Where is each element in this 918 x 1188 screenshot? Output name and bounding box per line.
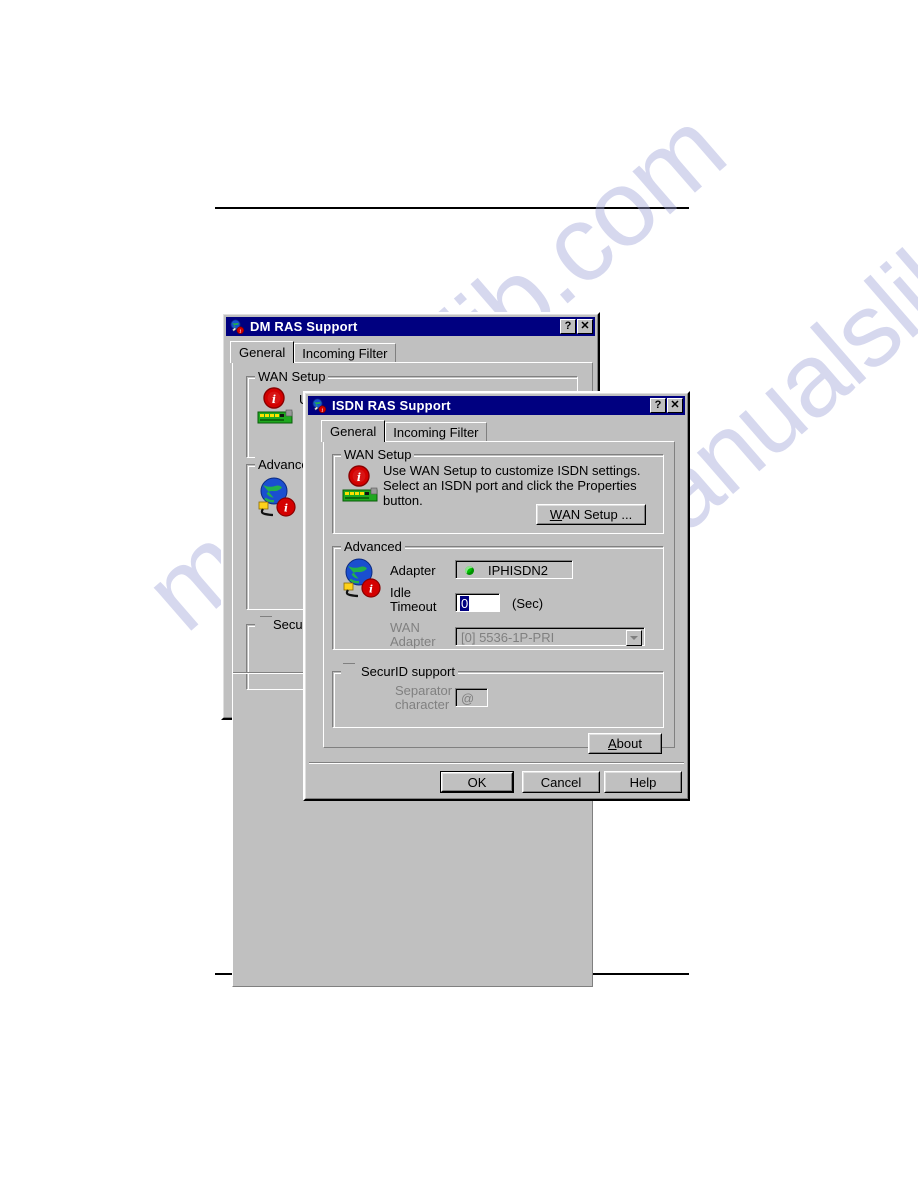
- svg-text:i: i: [369, 584, 373, 596]
- ok-button[interactable]: OK: [440, 771, 514, 793]
- front-wan-setup-legend: WAN Setup: [341, 447, 415, 462]
- front-wan-setup-description: Use WAN Setup to customize ISDN settings…: [383, 463, 641, 508]
- idle-timeout-unit: (Sec): [512, 596, 544, 611]
- back-dialog-tabstrip[interactable]: General Incoming Filter: [230, 341, 396, 363]
- front-dialog-title: ISDN RAS Support: [332, 398, 451, 413]
- help-button-label: Help: [629, 774, 657, 790]
- separator-character-input[interactable]: @: [455, 688, 488, 707]
- front-dialog-help-button[interactable]: ?: [650, 398, 666, 413]
- back-dialog-title: DM RAS Support: [250, 319, 358, 334]
- front-footer-separator: [309, 762, 684, 764]
- svg-text:i: i: [272, 393, 276, 406]
- wan-adapter-combobox[interactable]: [0] 5536-1P-PRI: [455, 627, 645, 646]
- globe-network-icon: i: [229, 319, 245, 335]
- cancel-button-label: Cancel: [540, 774, 582, 790]
- front-tab-incoming-filter[interactable]: Incoming Filter: [385, 422, 487, 442]
- idle-timeout-value: 0: [460, 595, 470, 611]
- about-button[interactable]: About: [588, 733, 662, 754]
- help-button[interactable]: Help: [604, 771, 682, 793]
- separator-character-value: @: [456, 689, 487, 706]
- front-securid-legend-box: SecurID support: [341, 664, 458, 679]
- wan-setup-button-label: AN Setup ...: [562, 507, 633, 522]
- adapter-status-dot: [465, 566, 474, 575]
- front-dialog-titlebar[interactable]: i ISDN RAS Support ? ✕: [308, 396, 685, 415]
- back-tab-incoming-filter[interactable]: Incoming Filter: [294, 343, 396, 363]
- front-dialog-tabstrip[interactable]: General Incoming Filter: [321, 420, 487, 442]
- back-dialog-help-button[interactable]: ?: [560, 319, 576, 334]
- back-dialog-close-button[interactable]: ✕: [577, 319, 593, 334]
- separator-character-label: Separator character: [395, 683, 453, 712]
- isdn-ras-support-dialog[interactable]: i ISDN RAS Support ? ✕ General Incoming …: [303, 391, 690, 801]
- globe-modem-info-icon: i: [339, 557, 383, 606]
- idle-timeout-input[interactable]: 0: [455, 593, 500, 612]
- idle-timeout-label: Idle Timeout: [390, 585, 437, 614]
- front-advanced-legend: Advanced: [341, 539, 405, 554]
- back-dialog-titlebar[interactable]: i DM RAS Support ? ✕: [226, 317, 595, 336]
- isdn-card-info-icon: i: [340, 465, 380, 512]
- front-tab-general[interactable]: General: [321, 420, 386, 442]
- cancel-button[interactable]: Cancel: [522, 771, 600, 793]
- front-securid-group: SecurID support: [332, 664, 664, 728]
- back-tab-general[interactable]: General: [230, 341, 295, 363]
- front-securid-legend: SecurID support: [361, 664, 455, 679]
- about-button-label: bout: [616, 736, 642, 751]
- isdn-card-info-icon: i: [255, 387, 295, 434]
- svg-text:i: i: [357, 471, 361, 484]
- wan-adapter-label: WAN Adapter: [390, 620, 436, 649]
- wan-adapter-value: [0] 5536-1P-PRI: [456, 628, 644, 645]
- page-header-rule: [215, 207, 689, 209]
- about-button-accel: A: [608, 736, 617, 751]
- chevron-down-icon[interactable]: [626, 630, 642, 646]
- wan-setup-button-accel: W: [549, 507, 563, 522]
- adapter-value-field: IPHISDN2: [455, 560, 573, 579]
- svg-text:i: i: [284, 503, 288, 515]
- adapter-label: Adapter: [390, 563, 436, 578]
- front-dialog-close-button[interactable]: ✕: [667, 398, 683, 413]
- ok-button-label: OK: [442, 773, 512, 791]
- globe-network-icon: i: [311, 398, 327, 414]
- back-wan-setup-legend: WAN Setup: [255, 369, 329, 384]
- wan-setup-button[interactable]: W AN Setup ...: [536, 504, 646, 525]
- globe-modem-info-icon: i: [254, 476, 298, 525]
